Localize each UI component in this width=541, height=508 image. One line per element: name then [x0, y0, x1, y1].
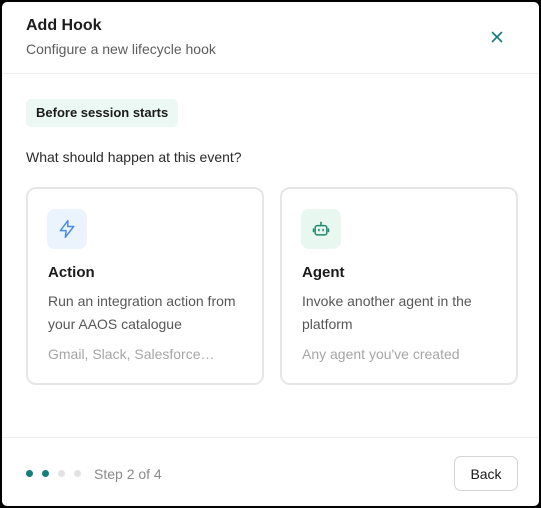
- lightning-bolt-icon: [47, 209, 87, 249]
- dialog-header: Add Hook Configure a new lifecycle hook: [2, 2, 539, 74]
- dialog-body: Before session starts What should happen…: [2, 74, 539, 438]
- step-dot-3: [58, 470, 65, 477]
- action-option-card[interactable]: Action Run an integration action from yo…: [26, 187, 264, 385]
- dialog-subtitle: Configure a new lifecycle hook: [26, 41, 216, 57]
- question-text: What should happen at this event?: [26, 149, 242, 165]
- option-examples: Any agent you've created: [302, 346, 460, 362]
- option-examples: Gmail, Slack, Salesforce…: [48, 346, 215, 362]
- dialog-title: Add Hook: [26, 17, 102, 34]
- step-indicator: Step 2 of 4: [94, 466, 162, 482]
- close-icon[interactable]: [489, 29, 505, 45]
- option-description: Invoke another agent in the platform: [302, 293, 472, 332]
- dialog-footer: Step 2 of 4 Back: [2, 437, 539, 506]
- add-hook-dialog: Add Hook Configure a new lifecycle hook …: [2, 2, 539, 506]
- step-dot-1: [26, 470, 33, 477]
- robot-icon: [301, 209, 341, 249]
- option-description: Run an integration action from your AAOS…: [48, 293, 236, 332]
- step-dot-4: [74, 470, 81, 477]
- option-title: Action: [48, 264, 95, 281]
- event-badge: Before session starts: [26, 99, 179, 127]
- step-dot-2: [42, 470, 49, 477]
- agent-option-card[interactable]: Agent Invoke another agent in the platfo…: [280, 187, 518, 385]
- option-title: Agent: [302, 264, 345, 281]
- back-button[interactable]: Back: [454, 456, 518, 491]
